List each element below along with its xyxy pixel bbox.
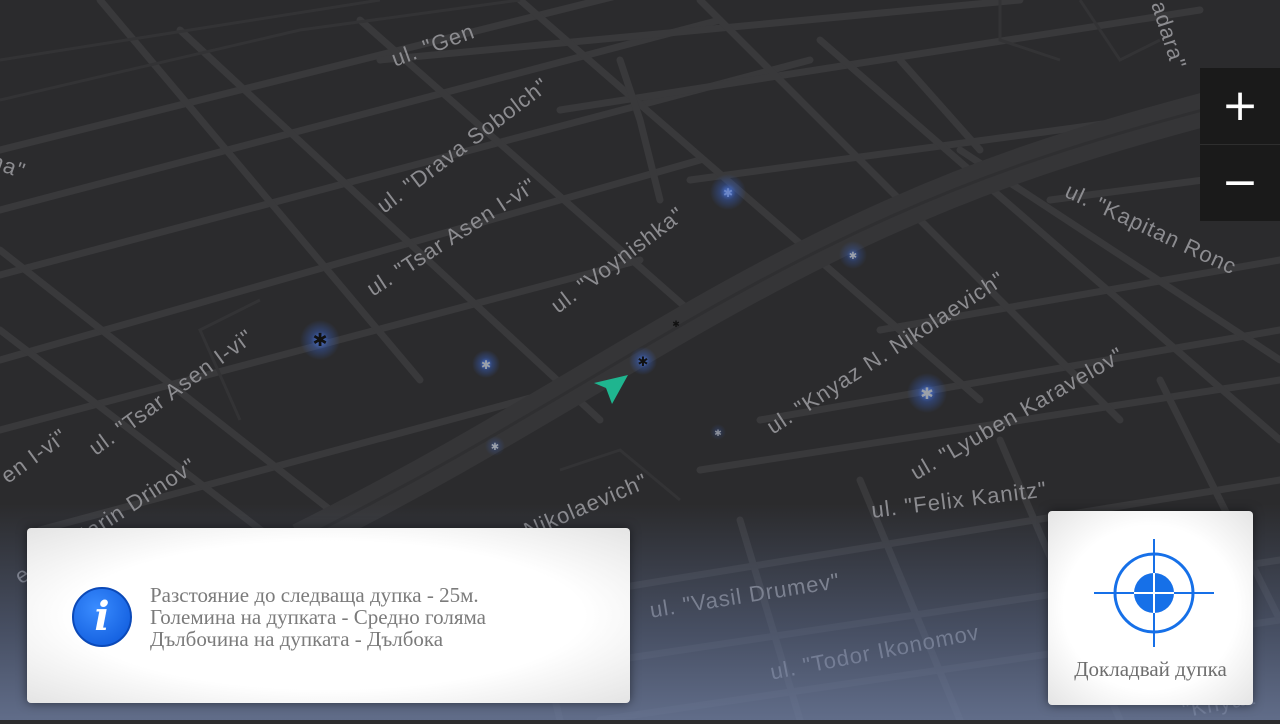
pothole-marker: ✱ xyxy=(638,355,649,370)
report-pothole-label: Докладвай дупка xyxy=(1074,657,1227,681)
pothole-marker: ✱ xyxy=(920,384,933,403)
pothole-marker: ✱ xyxy=(491,442,499,453)
pothole-marker: ✱ xyxy=(312,330,327,351)
info-icon: i xyxy=(72,587,132,647)
report-pothole-button[interactable]: Докладвай дупка xyxy=(1048,511,1253,705)
zoom-out-button[interactable]: − xyxy=(1200,145,1280,221)
pothole-info-text: Разстояние до следваща дупка - 25м. Голе… xyxy=(150,584,486,650)
pothole-marker: ✱ xyxy=(723,186,733,200)
pothole-marker: ✱ xyxy=(481,358,491,372)
pothole-depth: Дълбочина на дупката - Дълбока xyxy=(150,627,444,651)
pothole-info-panel: i Разстояние до следваща дупка - 25м. Го… xyxy=(27,528,630,703)
pothole-marker: ✱ xyxy=(714,429,722,439)
zoom-in-button[interactable]: + xyxy=(1200,68,1280,145)
distance-to-next-pothole: Разстояние до следваща дупка - 25м. xyxy=(150,583,479,607)
crosshair-icon xyxy=(1094,539,1214,647)
pothole-marker: ✱ xyxy=(672,320,680,330)
pothole-marker: ✱ xyxy=(849,251,857,262)
pothole-size: Големина на дупката - Средно голяма xyxy=(150,605,486,629)
